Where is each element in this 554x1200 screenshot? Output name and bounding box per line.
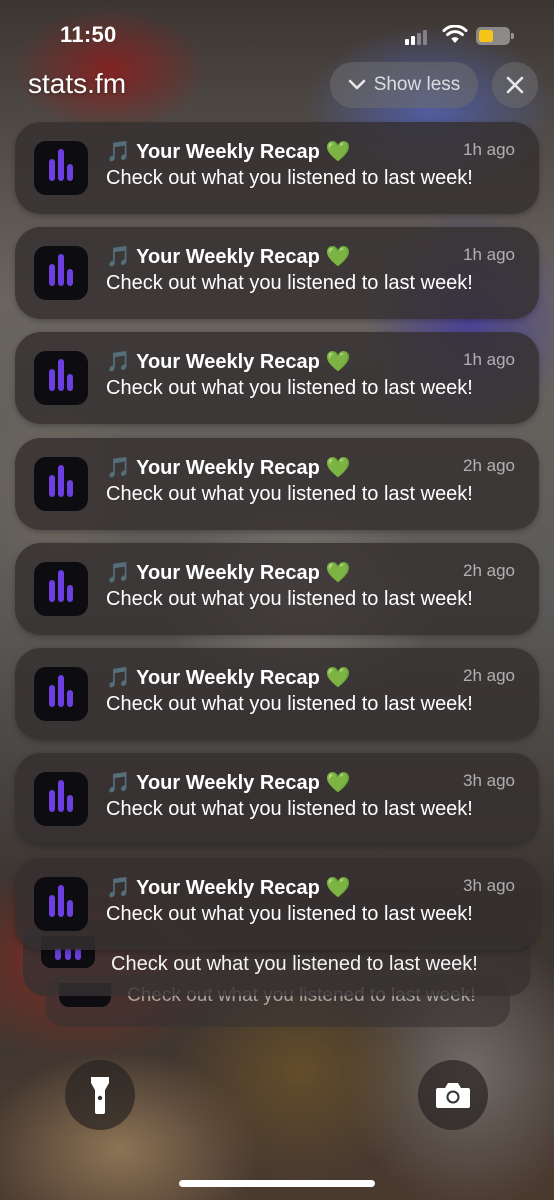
notification-title-text: Your Weekly Recap <box>136 351 320 373</box>
notification-time: 2h ago <box>463 561 515 580</box>
notification-title-text: Your Weekly Recap <box>136 562 320 584</box>
status-time: 11:50 <box>60 22 117 47</box>
flashlight-icon <box>91 1077 109 1114</box>
status-bar: 11:50 <box>0 0 554 70</box>
music-note-emoji: 🎵 <box>106 667 131 689</box>
show-less-label: Show less <box>373 74 461 95</box>
notification-title: 🎵 Your Weekly Recap 💚 <box>106 770 350 795</box>
clear-group-button[interactable] <box>492 62 538 108</box>
chevron-down-icon <box>348 79 365 90</box>
notification-group-title: stats.fm <box>28 68 127 99</box>
stats-fm-icon <box>34 877 88 931</box>
notification-body: Check out what you listened to last week… <box>106 798 473 820</box>
notification-body: Check out what you listened to last week… <box>106 377 473 399</box>
notification-title-text: Your Weekly Recap <box>136 141 320 163</box>
notification-time: 2h ago <box>463 666 515 685</box>
music-note-emoji: 🎵 <box>106 877 131 899</box>
music-note-emoji: 🎵 <box>106 457 131 479</box>
cellular-signal-icon <box>405 29 431 45</box>
battery-level-fill <box>479 30 493 42</box>
music-note-emoji: 🎵 <box>106 141 131 163</box>
notification-card[interactable]: 🎵 Your Weekly Recap 💚 2h ago Check out wha… <box>15 648 539 740</box>
stats-fm-icon <box>34 351 88 405</box>
notification-card[interactable]: 🎵 Your Weekly Recap 💚 3h ago Check out wha… <box>15 858 539 950</box>
notification-title: 🎵 Your Weekly Recap 💚 <box>106 560 350 585</box>
stats-fm-icon <box>34 457 88 511</box>
green-heart-emoji: 💚 <box>325 562 351 584</box>
home-indicator[interactable] <box>179 1180 375 1187</box>
stats-fm-icon <box>34 772 88 826</box>
notification-card[interactable]: 🎵 Your Weekly Recap 💚 1h ago Check out wha… <box>15 227 539 319</box>
notification-time: 1h ago <box>463 245 515 264</box>
show-less-button[interactable]: Show less <box>330 62 478 108</box>
stats-fm-icon <box>34 141 88 195</box>
notification-title: 🎵 Your Weekly Recap 💚 <box>106 244 350 269</box>
notification-body: Check out what you listened to last week… <box>106 588 473 610</box>
music-note-emoji: 🎵 <box>106 246 131 268</box>
close-icon <box>506 76 524 94</box>
stats-fm-icon <box>34 562 88 616</box>
notification-time: 1h ago <box>463 140 515 159</box>
notification-time: 3h ago <box>463 771 515 790</box>
green-heart-emoji: 💚 <box>325 772 351 794</box>
green-heart-emoji: 💚 <box>325 246 351 268</box>
battery-icon <box>476 27 514 45</box>
green-heart-emoji: 💚 <box>325 877 351 899</box>
notification-body: Check out what you listened to last week… <box>106 272 473 294</box>
music-note-emoji: 🎵 <box>106 772 131 794</box>
camera-icon <box>436 1083 470 1108</box>
notification-title-text: Your Weekly Recap <box>136 877 320 899</box>
notification-body: Check out what you listened to last week… <box>106 903 473 925</box>
notification-card[interactable]: 🎵 Your Weekly Recap 💚 1h ago Check out wha… <box>15 122 539 214</box>
notification-card[interactable]: 🎵 Your Weekly Recap 💚 2h ago Check out wha… <box>15 543 539 635</box>
notification-time: 2h ago <box>463 456 515 475</box>
notification-title-text: Your Weekly Recap <box>136 772 320 794</box>
flashlight-button[interactable] <box>65 1060 135 1130</box>
notification-title: 🎵 Your Weekly Recap 💚 <box>106 665 350 690</box>
notification-body: Check out what you listened to last week… <box>111 953 478 975</box>
music-note-emoji: 🎵 <box>106 562 131 584</box>
notification-card[interactable]: 🎵 Your Weekly Recap 💚 2h ago Check out wha… <box>15 438 539 530</box>
stats-fm-icon <box>34 246 88 300</box>
notification-card[interactable]: 🎵 Your Weekly Recap 💚 3h ago Check out wha… <box>15 753 539 845</box>
notification-title-text: Your Weekly Recap <box>136 457 320 479</box>
notification-time: 3h ago <box>463 876 515 895</box>
notification-title-text: Your Weekly Recap <box>136 246 320 268</box>
notification-title-text: Your Weekly Recap <box>136 667 320 689</box>
notification-body: Check out what you listened to last week… <box>106 483 473 505</box>
green-heart-emoji: 💚 <box>325 457 351 479</box>
stats-fm-icon <box>34 667 88 721</box>
notification-title: 🎵 Your Weekly Recap 💚 <box>106 875 350 900</box>
notification-title: 🎵 Your Weekly Recap 💚 <box>106 349 350 374</box>
green-heart-emoji: 💚 <box>325 667 351 689</box>
notification-title: 🎵 Your Weekly Recap 💚 <box>106 455 350 480</box>
notification-body: Check out what you listened to last week… <box>106 693 473 715</box>
green-heart-emoji: 💚 <box>325 141 351 163</box>
green-heart-emoji: 💚 <box>325 351 351 373</box>
notification-body: Check out what you listened to last week… <box>106 167 473 189</box>
music-note-emoji: 🎵 <box>106 351 131 373</box>
notification-card[interactable]: 🎵 Your Weekly Recap 💚 1h ago Check out wha… <box>15 332 539 424</box>
wifi-icon <box>442 25 468 43</box>
camera-button[interactable] <box>418 1060 488 1130</box>
notification-title: 🎵 Your Weekly Recap 💚 <box>106 139 350 164</box>
notification-time: 1h ago <box>463 350 515 369</box>
